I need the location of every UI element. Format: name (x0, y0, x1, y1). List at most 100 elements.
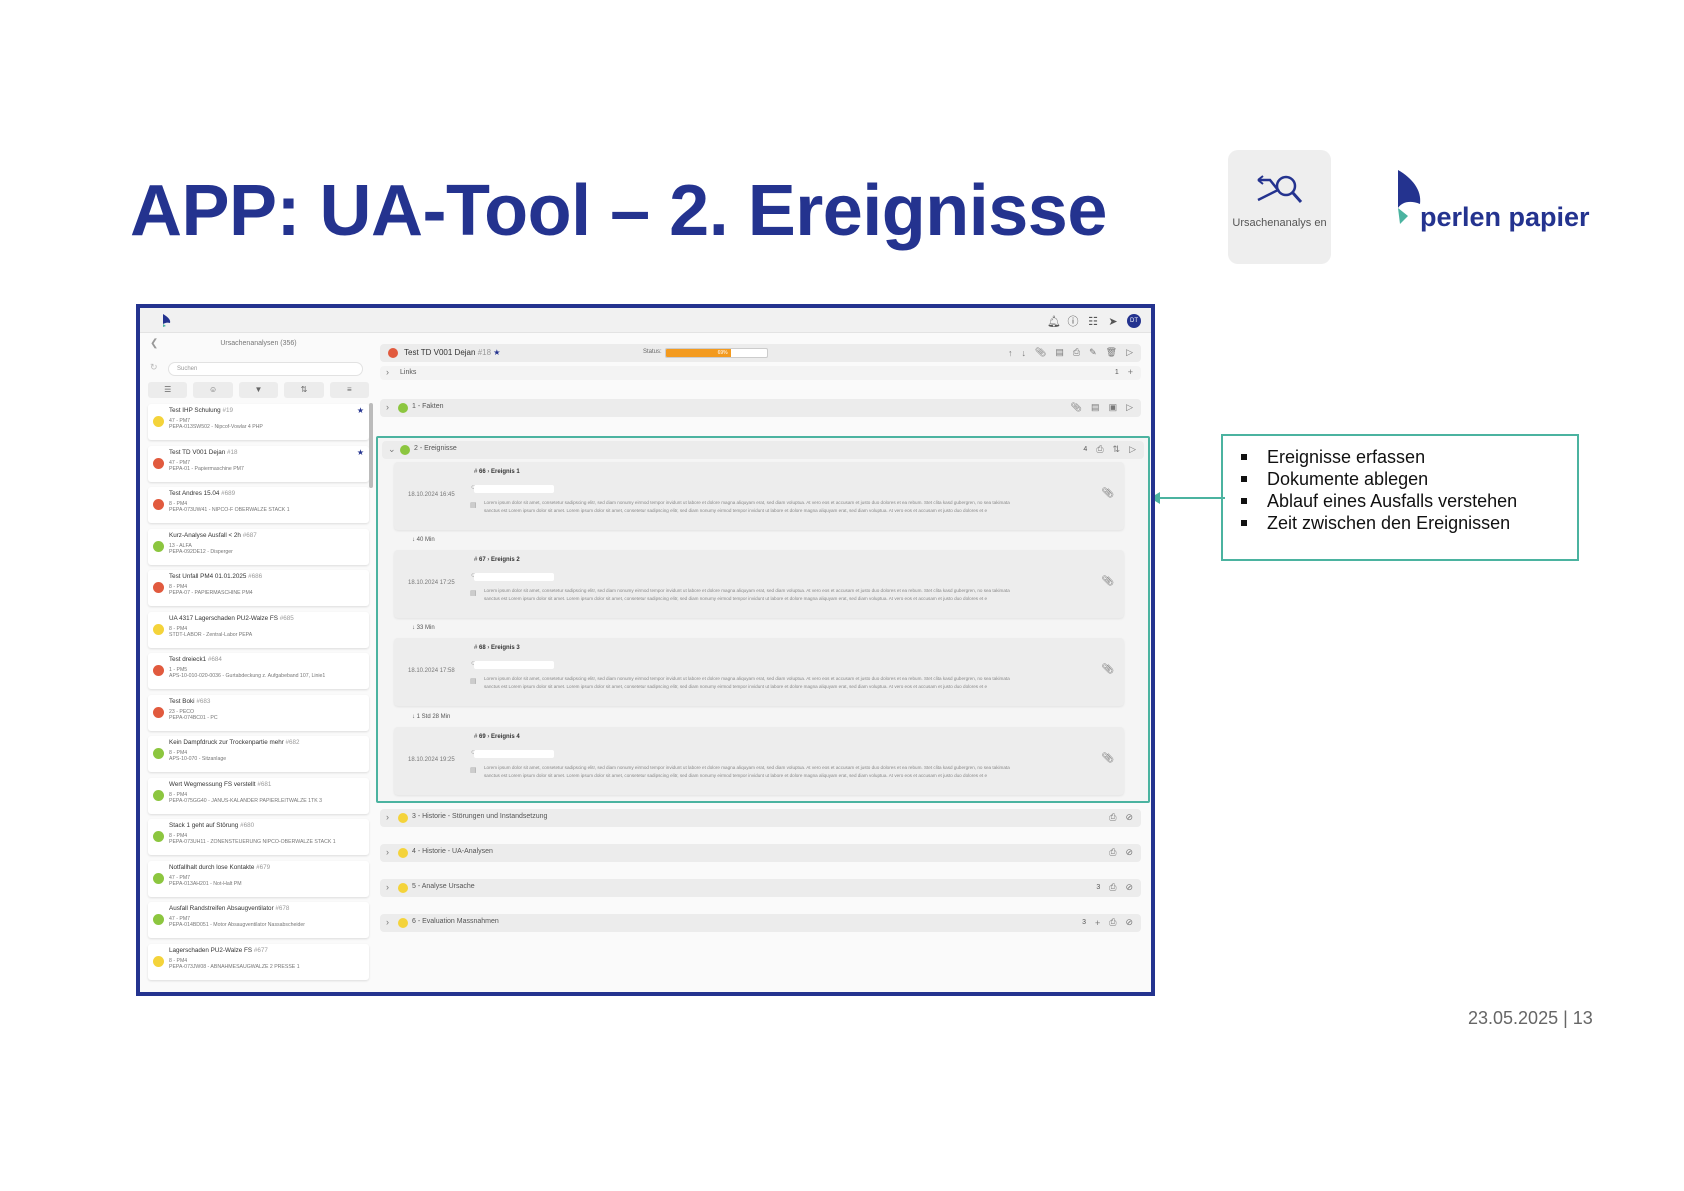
event-user-field[interactable] (474, 750, 554, 758)
document-icon[interactable]: ▤ (1055, 347, 1064, 358)
status-dot (400, 445, 410, 455)
app-screenshot: 🔔︎ ⓘ ☷ ➤ DT ❮ Ursachenanalysen (356) ↻ S… (136, 304, 1155, 996)
section-facts[interactable]: › 1 - Fakten 📎︎ ▤ ▣ ▷ (380, 399, 1141, 417)
list-item[interactable]: Test TD V001 Dejan #18 47 - PM7 PEPA-01 … (148, 445, 369, 482)
forward-icon[interactable]: ▷ (1126, 402, 1133, 413)
attachment-icon[interactable]: 📎︎ (1101, 664, 1114, 675)
print-icon[interactable]: ⎙ (1096, 444, 1103, 455)
status-dot (153, 789, 164, 801)
slide-footer: 23.05.2025 | 13 (1468, 1008, 1593, 1028)
check-icon[interactable]: ⊘ (1125, 847, 1133, 858)
attachment-icon[interactable]: 📎︎ (1035, 347, 1046, 358)
status-dot (153, 914, 164, 925)
list-view-button[interactable]: ☰ (148, 382, 188, 398)
list-item[interactable]: Wert Wegmessung FS verstellt #681 8 - PM… (148, 777, 369, 814)
sort-asc-icon[interactable]: ↑ (1008, 348, 1013, 358)
send-icon[interactable]: ➤ (1107, 315, 1119, 328)
section-label: 3 - Historie - Störungen und Instandsetz… (412, 813, 548, 820)
sort-desc-icon[interactable]: ↓ (1021, 348, 1026, 358)
sort-icon[interactable]: ⇅ (1113, 444, 1121, 455)
event-user-field[interactable] (474, 485, 554, 493)
status-dot (153, 748, 164, 759)
section-bar[interactable]: › 3 - Historie - Störungen und Instandse… (380, 809, 1141, 827)
attachment-icon[interactable]: 📎︎ (1071, 402, 1082, 413)
list-item[interactable]: Stack 1 geht auf Störung #680 8 - PM4 PE… (148, 819, 369, 855)
list-item[interactable]: Ausfall Randstreifen Absaugventilator #6… (148, 902, 369, 938)
event-title: # 68 › Ereignis 3 (474, 645, 520, 651)
list-item[interactable]: Test Unfall PM4 01.01.2025 #686 8 - PM4 … (148, 570, 369, 606)
star-icon[interactable]: ★ (357, 448, 364, 457)
event-time-gap: ↓ 33 Min (412, 625, 435, 631)
event-user-field[interactable] (474, 573, 554, 581)
check-icon[interactable]: ⊘ (1125, 812, 1133, 823)
attachment-icon[interactable]: 📎︎ (1101, 488, 1114, 499)
list-item[interactable]: Kurz-Analyse Ausfall < 2h #687 13 - ALFA… (148, 528, 369, 565)
attachment-icon[interactable]: 📎︎ (1101, 753, 1114, 764)
event-description: Lorem ipsum dolor sit amet, consetetur s… (484, 588, 1010, 601)
status-progress: 69% (665, 348, 768, 358)
check-icon[interactable]: ⊘ (1125, 882, 1133, 893)
delete-icon[interactable]: 🗑︎ (1106, 347, 1117, 358)
section-bar[interactable]: › 4 - Historie - UA-Analysen ⎙ ⊘ (380, 844, 1141, 862)
user-filter-button[interactable]: ☺ (193, 382, 233, 398)
list-item[interactable]: Test IHP Schulung #19 47 - PM7 PEPA-013S… (148, 404, 369, 440)
status-dot (153, 955, 164, 967)
check-icon[interactable]: ⊘ (1125, 917, 1133, 928)
print-icon[interactable]: ⎙ (1109, 882, 1116, 893)
info-icon[interactable]: ⓘ (1067, 313, 1079, 329)
chevron-right-icon: › (386, 847, 389, 857)
document-icon: ▤ (470, 678, 477, 685)
section-bar[interactable]: › 5 - Analyse Ursache 3 ⎙ ⊘ (380, 879, 1141, 897)
edit-icon[interactable]: ✎ (1089, 347, 1097, 358)
status-progress-fill: 69% (666, 349, 731, 357)
group-button[interactable]: ≡ (329, 382, 370, 398)
list-item[interactable]: Notfallhalt durch lose Kontakte #679 47 … (148, 860, 369, 897)
forward-icon[interactable]: ▷ (1129, 444, 1136, 455)
bell-icon[interactable]: 🔔︎ (1047, 315, 1061, 328)
event-description: Lorem ipsum dolor sit amet, consetetur s… (484, 500, 1010, 513)
attachment-icon[interactable]: 📎︎ (1101, 576, 1114, 587)
list-item[interactable]: Test Andres 15.04 #689 8 - PM4 PEPA-073U… (148, 487, 369, 523)
list-item[interactable]: Test dreieck1 #684 1 - PM5 APS-10-010-02… (148, 653, 369, 689)
print-icon[interactable]: ⎙ (1109, 917, 1116, 928)
forward-icon[interactable]: ▷ (1126, 347, 1133, 358)
event-card[interactable]: 18.10.2024 16:45 # 66 › Ereignis 1 ☺ ▤ L… (394, 462, 1124, 530)
item-title: Lagerschaden PU2-Walze FS #677 (169, 946, 268, 954)
list-item[interactable]: Kein Dampfdruck zur Trockenpartie mehr #… (148, 736, 369, 772)
document-icon[interactable]: ▤ (1091, 402, 1100, 413)
status-dot (398, 918, 408, 928)
copy-icon[interactable]: ▣ (1109, 402, 1118, 413)
events-header[interactable]: ⌄ 2 - Ereignisse 4 ⎙ ⇅ ▷ (382, 441, 1144, 459)
callout-item: Dokumente ablegen (1241, 468, 1563, 490)
item-title: Test Boki #683 (169, 697, 211, 705)
add-link-icon[interactable]: + (1128, 367, 1133, 377)
print-icon[interactable]: ⎙ (1109, 812, 1116, 823)
sort-button[interactable]: ⇅ (284, 382, 324, 398)
scrollbar[interactable] (369, 403, 373, 488)
event-card[interactable]: 18.10.2024 17:58 # 68 › Ereignis 3 ☺ ▤ L… (394, 638, 1124, 706)
event-user-field[interactable] (474, 661, 554, 669)
print-icon[interactable]: ⎙ (1073, 347, 1080, 358)
search-input[interactable]: Suchen (168, 362, 363, 376)
list-item[interactable]: Lagerschaden PU2-Walze FS #677 8 - PM4 P… (148, 943, 369, 980)
event-title: # 69 › Ereignis 4 (474, 734, 520, 740)
add-icon[interactable]: + (1095, 918, 1100, 928)
star-icon[interactable]: ★ (357, 406, 364, 415)
section-label: 6 - Evaluation Massnahmen (412, 918, 499, 925)
filter-button[interactable]: ▼ (238, 382, 279, 398)
event-card[interactable]: 18.10.2024 17:25 # 67 › Ereignis 2 ☺ ▤ L… (394, 550, 1124, 618)
avatar[interactable]: DT (1127, 314, 1141, 328)
status-dot (153, 706, 164, 718)
list-item[interactable]: Test Boki #683 23 - PECO PEPA-074BC01 - … (148, 694, 369, 731)
app-tile[interactable]: Ursachenanalys en (1228, 150, 1331, 264)
event-card[interactable]: 18.10.2024 19:25 # 69 › Ereignis 4 ☺ ▤ L… (394, 727, 1124, 795)
status-label: Status: (643, 349, 662, 355)
item-title: UA 4317 Lagerschaden PU2-Walze FS #685 (169, 614, 294, 622)
tasks-icon[interactable]: ☷ (1087, 315, 1099, 328)
refresh-icon[interactable]: ↻ (150, 362, 158, 373)
status-dot (153, 499, 164, 510)
section-bar[interactable]: › 6 - Evaluation Massnahmen 3 + ⎙ ⊘ (380, 914, 1141, 932)
print-icon[interactable]: ⎙ (1109, 847, 1116, 858)
links-bar[interactable]: › Links 1 + (380, 366, 1141, 380)
list-item[interactable]: UA 4317 Lagerschaden PU2-Walze FS #685 8… (148, 611, 369, 648)
